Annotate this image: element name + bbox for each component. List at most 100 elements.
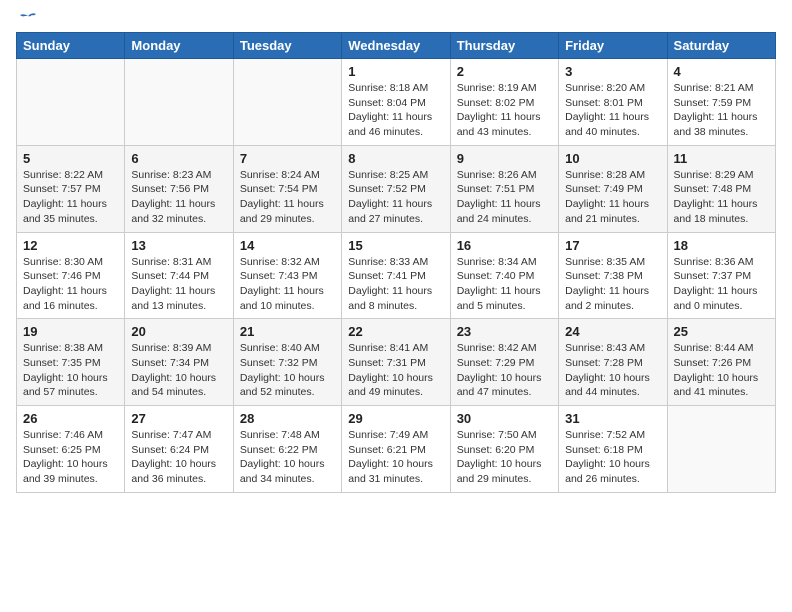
day-number: 16 (457, 238, 552, 253)
calendar-week-5: 26Sunrise: 7:46 AM Sunset: 6:25 PM Dayli… (17, 406, 776, 493)
calendar-cell (667, 406, 775, 493)
logo (16, 16, 38, 24)
calendar-week-2: 5 Sunrise: 8:22 AM Sunset: 7:57 PM Daylig… (17, 145, 776, 232)
calendar-cell: 21 Sunrise: 8:40 AM Sunset: 7:32 PM Dayli… (233, 319, 341, 406)
weekday-header-friday: Friday (559, 33, 667, 59)
weekday-header-monday: Monday (125, 33, 233, 59)
day-info: Sunrise: 8:21 AM Sunset: 7:59 PM Dayligh… (674, 81, 769, 140)
day-number: 3 (565, 64, 660, 79)
day-info: Sunrise: 8:20 AM Sunset: 8:01 PM Dayligh… (565, 81, 660, 140)
calendar-cell: 15 Sunrise: 8:33 AM Sunset: 7:41 PM Dayli… (342, 232, 450, 319)
day-number: 21 (240, 324, 335, 339)
day-number: 26 (23, 411, 118, 426)
day-number: 6 (131, 151, 226, 166)
calendar-cell: 28Sunrise: 7:48 AM Sunset: 6:22 PM Dayli… (233, 406, 341, 493)
day-info: Sunrise: 8:36 AM Sunset: 7:37 PM Dayligh… (674, 255, 769, 314)
calendar-cell: 25 Sunrise: 8:44 AM Sunset: 7:26 PM Dayli… (667, 319, 775, 406)
day-info: Sunrise: 8:24 AM Sunset: 7:54 PM Dayligh… (240, 168, 335, 227)
day-number: 4 (674, 64, 769, 79)
day-info: Sunrise: 8:35 AM Sunset: 7:38 PM Dayligh… (565, 255, 660, 314)
day-number: 23 (457, 324, 552, 339)
logo-bird-icon (18, 12, 38, 28)
day-number: 2 (457, 64, 552, 79)
day-info: Sunrise: 8:19 AM Sunset: 8:02 PM Dayligh… (457, 81, 552, 140)
weekday-header-saturday: Saturday (667, 33, 775, 59)
calendar-cell: 22 Sunrise: 8:41 AM Sunset: 7:31 PM Dayli… (342, 319, 450, 406)
calendar-cell: 6 Sunrise: 8:23 AM Sunset: 7:56 PM Daylig… (125, 145, 233, 232)
calendar-cell: 5 Sunrise: 8:22 AM Sunset: 7:57 PM Daylig… (17, 145, 125, 232)
day-number: 28 (240, 411, 335, 426)
calendar-body: 1 Sunrise: 8:18 AM Sunset: 8:04 PM Daylig… (17, 59, 776, 493)
day-info: Sunrise: 8:29 AM Sunset: 7:48 PM Dayligh… (674, 168, 769, 227)
day-info: Sunrise: 8:26 AM Sunset: 7:51 PM Dayligh… (457, 168, 552, 227)
calendar-table: SundayMondayTuesdayWednesdayThursdayFrid… (16, 32, 776, 493)
calendar-cell: 7 Sunrise: 8:24 AM Sunset: 7:54 PM Daylig… (233, 145, 341, 232)
calendar-cell: 30 Sunrise: 7:50 AM Sunset: 6:20 PM Dayli… (450, 406, 558, 493)
day-info: Sunrise: 7:52 AM Sunset: 6:18 PM Dayligh… (565, 428, 660, 487)
day-info: Sunrise: 8:28 AM Sunset: 7:49 PM Dayligh… (565, 168, 660, 227)
day-info: Sunrise: 8:22 AM Sunset: 7:57 PM Dayligh… (23, 168, 118, 227)
day-info: Sunrise: 8:18 AM Sunset: 8:04 PM Dayligh… (348, 81, 443, 140)
weekday-header-tuesday: Tuesday (233, 33, 341, 59)
calendar-cell: 13 Sunrise: 8:31 AM Sunset: 7:44 PM Dayli… (125, 232, 233, 319)
day-number: 7 (240, 151, 335, 166)
day-number: 29 (348, 411, 443, 426)
day-number: 9 (457, 151, 552, 166)
day-number: 10 (565, 151, 660, 166)
day-number: 25 (674, 324, 769, 339)
day-number: 18 (674, 238, 769, 253)
calendar-header-row: SundayMondayTuesdayWednesdayThursdayFrid… (17, 33, 776, 59)
calendar-cell: 4 Sunrise: 8:21 AM Sunset: 7:59 PM Daylig… (667, 59, 775, 146)
day-info: Sunrise: 8:33 AM Sunset: 7:41 PM Dayligh… (348, 255, 443, 314)
calendar-cell: 3 Sunrise: 8:20 AM Sunset: 8:01 PM Daylig… (559, 59, 667, 146)
day-info: Sunrise: 7:50 AM Sunset: 6:20 PM Dayligh… (457, 428, 552, 487)
calendar-cell: 24Sunrise: 8:43 AM Sunset: 7:28 PM Dayli… (559, 319, 667, 406)
day-number: 17 (565, 238, 660, 253)
calendar-cell (233, 59, 341, 146)
calendar-cell: 16 Sunrise: 8:34 AM Sunset: 7:40 PM Dayli… (450, 232, 558, 319)
day-info: Sunrise: 8:31 AM Sunset: 7:44 PM Dayligh… (131, 255, 226, 314)
calendar-cell: 17 Sunrise: 8:35 AM Sunset: 7:38 PM Dayli… (559, 232, 667, 319)
weekday-header-sunday: Sunday (17, 33, 125, 59)
calendar-cell: 23 Sunrise: 8:42 AM Sunset: 7:29 PM Dayli… (450, 319, 558, 406)
day-number: 12 (23, 238, 118, 253)
calendar-cell: 29 Sunrise: 7:49 AM Sunset: 6:21 PM Dayli… (342, 406, 450, 493)
day-info: Sunrise: 8:41 AM Sunset: 7:31 PM Dayligh… (348, 341, 443, 400)
calendar-week-4: 19 Sunrise: 8:38 AM Sunset: 7:35 PM Dayli… (17, 319, 776, 406)
day-number: 8 (348, 151, 443, 166)
day-info: Sunrise: 8:39 AM Sunset: 7:34 PM Dayligh… (131, 341, 226, 400)
day-info: Sunrise: 8:38 AM Sunset: 7:35 PM Dayligh… (23, 341, 118, 400)
day-number: 5 (23, 151, 118, 166)
calendar-week-1: 1 Sunrise: 8:18 AM Sunset: 8:04 PM Daylig… (17, 59, 776, 146)
day-info: Sunrise: 8:44 AM Sunset: 7:26 PM Dayligh… (674, 341, 769, 400)
calendar-cell: 26Sunrise: 7:46 AM Sunset: 6:25 PM Dayli… (17, 406, 125, 493)
day-info: Sunrise: 8:23 AM Sunset: 7:56 PM Dayligh… (131, 168, 226, 227)
calendar-cell: 9 Sunrise: 8:26 AM Sunset: 7:51 PM Daylig… (450, 145, 558, 232)
day-info: Sunrise: 8:25 AM Sunset: 7:52 PM Dayligh… (348, 168, 443, 227)
calendar-cell: 27Sunrise: 7:47 AM Sunset: 6:24 PM Dayli… (125, 406, 233, 493)
day-number: 31 (565, 411, 660, 426)
day-number: 19 (23, 324, 118, 339)
day-info: Sunrise: 8:42 AM Sunset: 7:29 PM Dayligh… (457, 341, 552, 400)
calendar-cell: 11Sunrise: 8:29 AM Sunset: 7:48 PM Dayli… (667, 145, 775, 232)
calendar-week-3: 12Sunrise: 8:30 AM Sunset: 7:46 PM Dayli… (17, 232, 776, 319)
day-info: Sunrise: 8:40 AM Sunset: 7:32 PM Dayligh… (240, 341, 335, 400)
calendar-cell (125, 59, 233, 146)
day-number: 14 (240, 238, 335, 253)
calendar-cell: 2 Sunrise: 8:19 AM Sunset: 8:02 PM Daylig… (450, 59, 558, 146)
day-number: 15 (348, 238, 443, 253)
day-number: 13 (131, 238, 226, 253)
day-info: Sunrise: 8:34 AM Sunset: 7:40 PM Dayligh… (457, 255, 552, 314)
day-info: Sunrise: 7:47 AM Sunset: 6:24 PM Dayligh… (131, 428, 226, 487)
calendar-cell: 1 Sunrise: 8:18 AM Sunset: 8:04 PM Daylig… (342, 59, 450, 146)
calendar-cell (17, 59, 125, 146)
day-info: Sunrise: 7:49 AM Sunset: 6:21 PM Dayligh… (348, 428, 443, 487)
day-number: 30 (457, 411, 552, 426)
day-number: 1 (348, 64, 443, 79)
calendar-cell: 8 Sunrise: 8:25 AM Sunset: 7:52 PM Daylig… (342, 145, 450, 232)
calendar-cell: 10 Sunrise: 8:28 AM Sunset: 7:49 PM Dayli… (559, 145, 667, 232)
calendar-cell: 12Sunrise: 8:30 AM Sunset: 7:46 PM Dayli… (17, 232, 125, 319)
weekday-header-wednesday: Wednesday (342, 33, 450, 59)
calendar-cell: 20Sunrise: 8:39 AM Sunset: 7:34 PM Dayli… (125, 319, 233, 406)
day-number: 22 (348, 324, 443, 339)
